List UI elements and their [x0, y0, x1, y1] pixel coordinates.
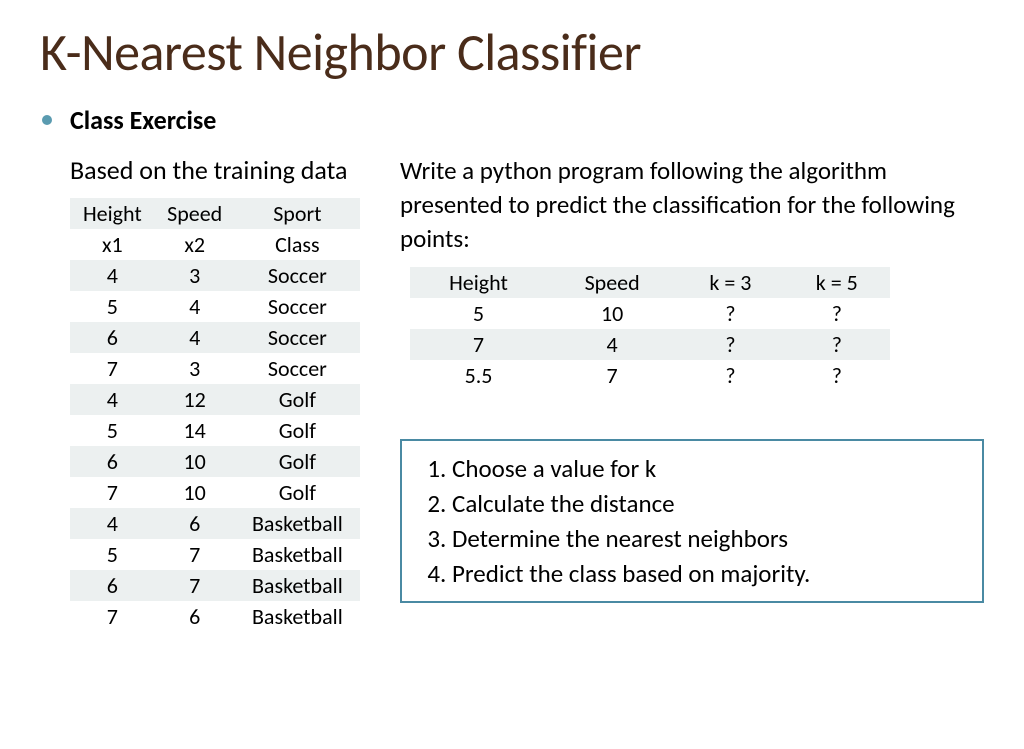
td: 4 — [547, 329, 677, 360]
table-row: 64Soccer — [70, 322, 360, 353]
td: 10 — [547, 298, 677, 329]
th: Speed — [547, 267, 677, 298]
table-row: Height Speed Sport — [70, 198, 360, 229]
table-row: Height Speed k = 3 k = 5 — [410, 267, 890, 298]
td: 6 — [70, 570, 155, 601]
td: 7 — [70, 601, 155, 632]
table-row: 510?? — [410, 298, 890, 329]
td: ? — [677, 360, 783, 391]
td: 7 — [70, 477, 155, 508]
table-row: 43Soccer — [70, 260, 360, 291]
bullet-row: Class Exercise — [40, 104, 984, 136]
td: 5 — [410, 298, 547, 329]
table-row: x1 x2 Class — [70, 229, 360, 260]
th: Class — [235, 229, 360, 260]
td: Soccer — [235, 322, 360, 353]
td: 3 — [155, 353, 235, 384]
td: 5 — [70, 291, 155, 322]
td: 12 — [155, 384, 235, 415]
table-row: 74?? — [410, 329, 890, 360]
td: Golf — [235, 477, 360, 508]
table-row: 57Basketball — [70, 539, 360, 570]
td: 6 — [70, 322, 155, 353]
right-column: Write a python program following the alg… — [400, 154, 984, 632]
th: Sport — [235, 198, 360, 229]
table-row: 67Basketball — [70, 570, 360, 601]
left-subhead: Based on the training data — [70, 154, 370, 186]
td: 7 — [547, 360, 677, 391]
step-item: Choose a value for k — [452, 451, 964, 486]
training-table: Height Speed Sport x1 x2 Class 43Soccer5… — [70, 198, 360, 632]
td: 10 — [155, 477, 235, 508]
table-row: 54Soccer — [70, 291, 360, 322]
td: 6 — [155, 508, 235, 539]
steps-list: Choose a value for kCalculate the distan… — [420, 451, 964, 591]
td: Soccer — [235, 291, 360, 322]
td: ? — [784, 360, 890, 391]
th: Speed — [155, 198, 235, 229]
td: Golf — [235, 415, 360, 446]
table-row: 412Golf — [70, 384, 360, 415]
instruction-text: Write a python program following the alg… — [400, 154, 984, 255]
table-row: 514Golf — [70, 415, 360, 446]
td: 14 — [155, 415, 235, 446]
td: 4 — [155, 322, 235, 353]
td: 7 — [70, 353, 155, 384]
step-item: Determine the nearest neighbors — [452, 521, 964, 556]
td: 5 — [70, 539, 155, 570]
th: Height — [410, 267, 547, 298]
td: Golf — [235, 446, 360, 477]
td: 6 — [70, 446, 155, 477]
td: Basketball — [235, 570, 360, 601]
td: 4 — [155, 291, 235, 322]
page-title: K-Nearest Neighbor Classifier — [40, 20, 984, 84]
td: 3 — [155, 260, 235, 291]
left-column: Based on the training data Height Speed … — [40, 154, 370, 632]
table-row: 5.57?? — [410, 360, 890, 391]
td: 7 — [155, 539, 235, 570]
td: Soccer — [235, 260, 360, 291]
th: Height — [70, 198, 155, 229]
td: Soccer — [235, 353, 360, 384]
content-columns: Based on the training data Height Speed … — [40, 154, 984, 632]
td: Basketball — [235, 508, 360, 539]
table-row: 73Soccer — [70, 353, 360, 384]
bullet-dot-icon — [42, 115, 52, 125]
td: 7 — [155, 570, 235, 601]
table-row: 610Golf — [70, 446, 360, 477]
td: 4 — [70, 384, 155, 415]
td: Golf — [235, 384, 360, 415]
th: x2 — [155, 229, 235, 260]
td: 4 — [70, 508, 155, 539]
td: 7 — [410, 329, 547, 360]
td: 5.5 — [410, 360, 547, 391]
td: ? — [784, 329, 890, 360]
td: 10 — [155, 446, 235, 477]
td: 6 — [155, 601, 235, 632]
th: k = 3 — [677, 267, 783, 298]
th: k = 5 — [784, 267, 890, 298]
step-item: Calculate the distance — [452, 486, 964, 521]
td: ? — [677, 298, 783, 329]
table-row: 46Basketball — [70, 508, 360, 539]
step-item: Predict the class based on majority. — [452, 556, 964, 591]
steps-box: Choose a value for kCalculate the distan… — [400, 439, 984, 603]
prediction-table: Height Speed k = 3 k = 5 510??74??5.57?? — [410, 267, 890, 391]
th: x1 — [70, 229, 155, 260]
td: Basketball — [235, 539, 360, 570]
table-row: 710Golf — [70, 477, 360, 508]
td: ? — [784, 298, 890, 329]
td: 4 — [70, 260, 155, 291]
td: Basketball — [235, 601, 360, 632]
table-row: 76Basketball — [70, 601, 360, 632]
td: ? — [677, 329, 783, 360]
td: 5 — [70, 415, 155, 446]
exercise-label: Class Exercise — [70, 104, 216, 136]
